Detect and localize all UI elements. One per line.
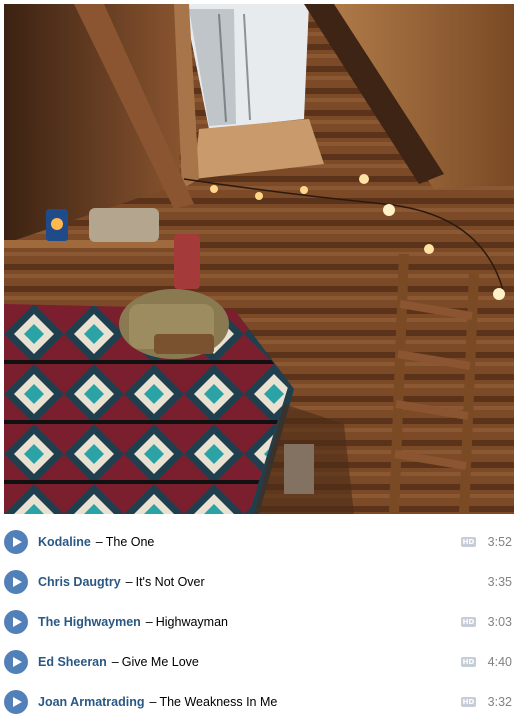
track-duration: 4:40 bbox=[487, 655, 512, 669]
hd-badge-icon: HD bbox=[461, 537, 476, 547]
play-icon[interactable] bbox=[4, 570, 28, 594]
song-title: The Weakness In Me bbox=[159, 695, 278, 709]
track-row[interactable]: Chris Daugtry – It's Not Over 3:35 bbox=[0, 563, 522, 603]
track-row[interactable]: Joan Armatrading – The Weakness In Me HD 3:3… bbox=[0, 683, 522, 723]
track-duration: 3:35 bbox=[487, 575, 512, 589]
track-row[interactable]: Ed Sheeran – Give Me Love HD 4:40 bbox=[0, 643, 522, 683]
artist-link[interactable]: Joan Armatrading bbox=[38, 695, 145, 709]
track-duration: 3:32 bbox=[487, 695, 512, 709]
track-row[interactable]: The Highwaymen – Highwayman HD 3:03 bbox=[0, 603, 522, 643]
cover-image[interactable] bbox=[4, 4, 514, 514]
track-list: Kodaline – The One HD 3:52 Chris Daugtry – It's… bbox=[0, 523, 522, 723]
song-title: The One bbox=[105, 535, 155, 549]
separator: – bbox=[95, 535, 103, 549]
track-row[interactable]: Kodaline – The One HD 3:52 bbox=[0, 523, 522, 563]
separator: – bbox=[125, 575, 133, 589]
track-title: Chris Daugtry – It's Not Over bbox=[38, 575, 205, 590]
track-duration: 3:03 bbox=[487, 615, 512, 629]
playlist-post: Kodaline – The One HD 3:52 Chris Daugtry – It's… bbox=[0, 0, 522, 721]
hd-badge-icon: HD bbox=[461, 697, 476, 707]
track-title: Kodaline – The One bbox=[38, 535, 154, 550]
artist-link[interactable]: Chris Daugtry bbox=[38, 575, 121, 589]
hd-badge-icon: HD bbox=[461, 617, 476, 627]
track-title: Ed Sheeran – Give Me Love bbox=[38, 655, 199, 670]
track-title: The Highwaymen – Highwayman bbox=[38, 615, 228, 630]
cabin-interior-image bbox=[4, 4, 514, 514]
track-duration: 3:52 bbox=[487, 535, 512, 549]
play-icon[interactable] bbox=[4, 690, 28, 714]
play-icon[interactable] bbox=[4, 530, 28, 554]
artist-link[interactable]: Kodaline bbox=[38, 535, 91, 549]
play-icon[interactable] bbox=[4, 610, 28, 634]
song-title: Highwayman bbox=[155, 615, 229, 629]
separator: – bbox=[149, 695, 157, 709]
hd-badge-icon: HD bbox=[461, 657, 476, 667]
artist-link[interactable]: The Highwaymen bbox=[38, 615, 141, 629]
play-icon[interactable] bbox=[4, 650, 28, 674]
song-title: It's Not Over bbox=[135, 575, 205, 589]
track-title: Joan Armatrading – The Weakness In Me bbox=[38, 695, 277, 710]
artist-link[interactable]: Ed Sheeran bbox=[38, 655, 107, 669]
song-title: Give Me Love bbox=[121, 655, 199, 669]
separator: – bbox=[145, 615, 153, 629]
separator: – bbox=[111, 655, 119, 669]
